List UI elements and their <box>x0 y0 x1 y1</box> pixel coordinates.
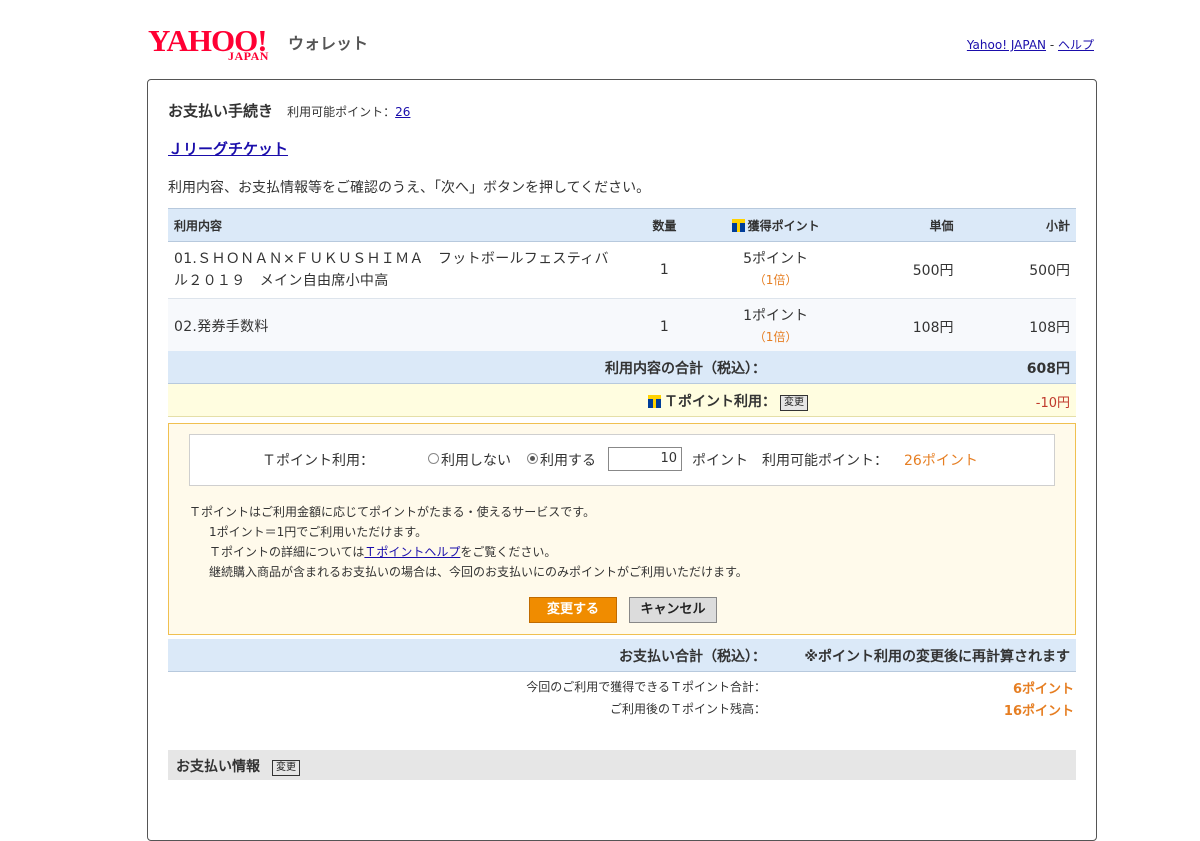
service-name: ウォレット <box>288 34 369 53</box>
item-points: 1ポイント （1倍） <box>698 298 853 356</box>
header-links: Yahoo! JAPAN - ヘルプ <box>967 36 1094 53</box>
tpoint-change-panel: Ｔポイント利用： 利用しない 利用する 10 ポイント 利用可能ポイント： 26… <box>168 423 1076 635</box>
radio-no-use-icon[interactable] <box>428 453 439 464</box>
points-balance-value: 16ポイント <box>1003 704 1074 719</box>
tpoint-notes: Ｔポイントはご利用金額に応じてポイントがたまる・使えるサービスです。 1ポイント… <box>189 502 748 582</box>
radio-use-label[interactable]: 利用する <box>540 453 596 469</box>
usage-total-row: 利用内容の合計（税込）： 608円 <box>168 351 1076 384</box>
item-price: 108円 <box>852 298 960 356</box>
available-points: 利用可能ポイント：26 <box>287 105 410 119</box>
payment-info-title-wrap: お支払い情報 変更 <box>176 756 300 776</box>
tpoint-icon <box>648 395 661 408</box>
note-line: 継続購入商品が含まれるお支払いの場合は、今回のお支払いにのみポイントがご利用いた… <box>209 565 748 579</box>
header-price: 単価 <box>852 208 960 242</box>
tpoint-help-link[interactable]: Ｔポイントヘルプ <box>364 545 460 559</box>
points-balance-label: ご利用後のＴポイント残高： <box>609 702 766 716</box>
tpoint-change-button[interactable]: 変更 <box>780 395 808 411</box>
payment-total-label: お支払い合計（税込）： <box>619 649 766 665</box>
item-price: 500円 <box>852 241 960 299</box>
table-row: 02.発券手数料 1 1ポイント （1倍） 108円 108円 <box>168 298 1076 356</box>
point-amount-input[interactable]: 10 <box>608 447 682 471</box>
tpoint-usage-value: -10円 <box>1035 396 1070 411</box>
item-points-rate: （1倍） <box>753 273 798 287</box>
item-name-line2: ル２０１９ メイン自由席小中高 <box>174 273 389 289</box>
logo-japan-text: JAPAN <box>228 49 269 63</box>
item-name: 02.発券手数料 <box>168 298 630 356</box>
main-panel: お支払い手続き 利用可能ポイント：26 Ｊリーグチケット 利用内容、お支払情報等… <box>147 79 1097 841</box>
radio-use-icon[interactable] <box>527 453 538 464</box>
item-subtotal: 108円 <box>959 298 1076 356</box>
instruction-text: 利用内容、お支払情報等をご確認のうえ、「次へ」ボタンを押してください。 <box>168 180 651 196</box>
title-row: お支払い手続き 利用可能ポイント：26 <box>168 100 410 121</box>
header-points: 獲得ポイント <box>698 208 853 242</box>
tpoint-icon <box>731 218 745 232</box>
item-name-line1: 01.ＳＨＯＮＡＮ×ＦＵＫＵＳＨＩＭＡ フットボールフェスティバ <box>174 251 609 267</box>
radio-use[interactable]: 利用する <box>527 450 596 470</box>
radio-no-use-label[interactable]: 利用しない <box>441 453 511 469</box>
radio-no-use[interactable]: 利用しない <box>428 450 511 470</box>
item-qty: 1 <box>629 241 699 299</box>
table-row: 01.ＳＨＯＮＡＮ×ＦＵＫＵＳＨＩＭＡ フットボールフェスティバ ル２０１９ メイ… <box>168 241 1076 299</box>
note-line: Ｔポイントはご利用金額に応じてポイントがたまる・使えるサービスです。 <box>189 505 596 519</box>
yahoo-japan-link[interactable]: Yahoo! JAPAN <box>967 38 1046 52</box>
item-points-rate: （1倍） <box>753 330 798 344</box>
item-points-value: 1ポイント <box>743 308 809 324</box>
tpoint-usage-row: Ｔポイント利用： 変更 -10円 <box>168 384 1076 417</box>
tpoint-input-box: Ｔポイント利用： 利用しない 利用する 10 ポイント 利用可能ポイント： 26… <box>189 434 1055 486</box>
header-points-label: 獲得ポイント <box>747 218 820 233</box>
payment-info-header: お支払い情報 変更 <box>168 750 1076 780</box>
points-balance-row: ご利用後のＴポイント残高： 16ポイント <box>168 700 1076 720</box>
usage-table: 利用内容 数量 獲得ポイント 単価 小計 01.ＳＨＯＮＡＮ×ＦＵＫＵＳＨＩＭＡ… <box>168 208 1076 356</box>
payment-info-title: お支払い情報 <box>176 759 260 775</box>
point-unit-label: ポイント <box>692 453 748 469</box>
payment-info-change-button[interactable]: 変更 <box>272 760 300 776</box>
note-line: Ｔポイントの詳細についてはＴポイントヘルプをご覧ください。 <box>189 542 748 562</box>
item-qty: 1 <box>629 298 699 356</box>
note-line: 1ポイント＝1円でご利用いただけます。 <box>209 525 428 539</box>
page-title: お支払い手続き <box>168 102 274 120</box>
earned-points-row: 今回のご利用で獲得できるＴポイント合計： 6ポイント <box>168 678 1076 698</box>
available-points-label: 利用可能ポイント： <box>287 105 396 119</box>
service-link[interactable]: Ｊリーグチケット <box>168 138 288 159</box>
confirm-change-button[interactable]: 変更する <box>529 597 617 623</box>
header-qty: 数量 <box>629 208 699 242</box>
item-points: 5ポイント （1倍） <box>698 241 853 299</box>
help-link[interactable]: ヘルプ <box>1058 38 1094 52</box>
available-points-label-2: 利用可能ポイント： <box>762 453 888 469</box>
item-points-value: 5ポイント <box>743 251 809 267</box>
payment-total-row: お支払い合計（税込）： ※ポイント利用の変更後に再計算されます <box>168 639 1076 672</box>
tpoint-usage-label-wrap: Ｔポイント利用： 変更 <box>648 391 808 411</box>
usage-total-label: 利用内容の合計（税込）： <box>605 361 766 377</box>
note-text: をご覧ください。 <box>460 545 557 559</box>
note-text: Ｔポイントの詳細については <box>209 545 365 559</box>
available-points-value-2: 26ポイント <box>904 453 978 469</box>
table-header-row: 利用内容 数量 獲得ポイント 単価 小計 <box>168 208 1076 242</box>
usage-total-value: 608円 <box>1026 361 1070 377</box>
item-name: 01.ＳＨＯＮＡＮ×ＦＵＫＵＳＨＩＭＡ フットボールフェスティバ ル２０１９ メイ… <box>168 241 630 299</box>
earned-points-label: 今回のご利用で獲得できるＴポイント合計： <box>526 680 766 694</box>
payment-total-value: ※ポイント利用の変更後に再計算されます <box>804 649 1070 665</box>
item-subtotal: 500円 <box>959 241 1076 299</box>
tpoint-usage-label: Ｔポイント利用： <box>664 394 776 410</box>
header-item: 利用内容 <box>168 208 630 242</box>
header-subtotal: 小計 <box>959 208 1076 242</box>
available-points-link[interactable]: 26 <box>395 105 410 119</box>
tpoint-input-label: Ｔポイント利用： <box>262 453 374 469</box>
cancel-button[interactable]: キャンセル <box>629 597 717 623</box>
link-separator: - <box>1046 38 1058 52</box>
earned-points-value: 6ポイント <box>1012 682 1074 697</box>
